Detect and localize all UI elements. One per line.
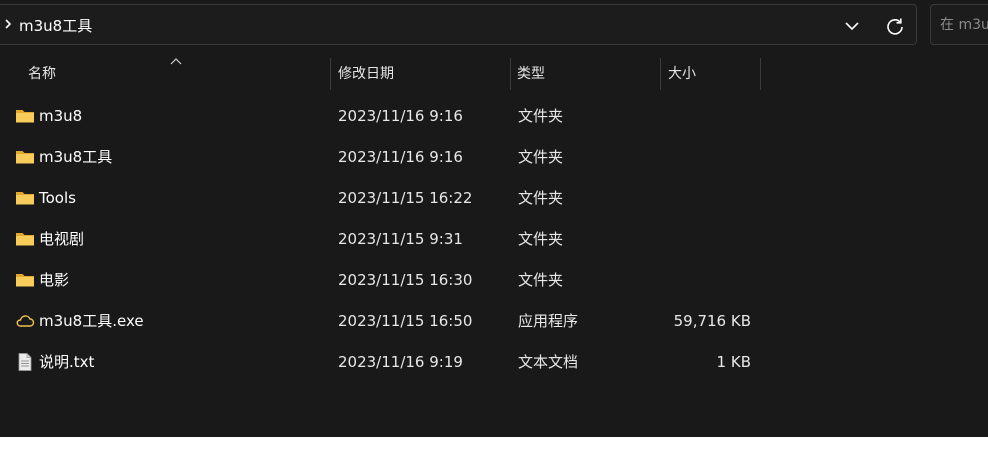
file-row[interactable]: 电影 2023/11/15 16:30 文件夹 — [0, 263, 988, 297]
sort-ascending-icon — [170, 58, 182, 65]
file-name[interactable]: Tools — [39, 181, 76, 215]
search-input[interactable] — [931, 5, 988, 44]
file-row[interactable]: 说明.txt 2023/11/16 9:19 文本文档 1 KB — [0, 345, 988, 379]
file-type: 文件夹 — [518, 148, 564, 166]
file-date: 2023/11/15 16:22 — [338, 189, 473, 207]
file-type: 应用程序 — [518, 312, 579, 330]
explorer-window: m3u8工具 名称 修改日期 类型 大小 m3u8 2023/11/16 9: — [0, 0, 988, 437]
folder-icon — [16, 274, 34, 287]
file-name[interactable]: m3u8 — [39, 99, 82, 133]
file-row[interactable]: m3u8 2023/11/16 9:16 文件夹 — [0, 99, 988, 133]
column-header-date[interactable]: 修改日期 — [338, 58, 394, 90]
folder-icon — [16, 151, 34, 164]
column-header-name[interactable]: 名称 — [28, 58, 56, 90]
file-row[interactable]: Tools 2023/11/15 16:22 文件夹 — [0, 181, 988, 215]
file-row[interactable]: m3u8工具 2023/11/16 9:16 文件夹 — [0, 140, 988, 174]
folder-icon — [16, 110, 34, 123]
file-name[interactable]: 说明.txt — [39, 345, 94, 379]
file-size: 1 KB — [716, 353, 751, 371]
cloud-icon — [16, 315, 35, 327]
chevron-down-icon[interactable] — [843, 17, 861, 35]
folder-icon — [16, 192, 34, 205]
file-name[interactable]: 电影 — [39, 263, 69, 297]
file-size: 59,716 KB — [673, 312, 751, 330]
file-name[interactable]: m3u8工具.exe — [39, 304, 144, 338]
column-divider[interactable] — [760, 58, 761, 90]
refresh-icon[interactable] — [885, 17, 905, 37]
column-divider[interactable] — [510, 58, 511, 90]
file-type: 文件夹 — [518, 230, 564, 248]
column-divider[interactable] — [660, 58, 661, 90]
column-header-size[interactable]: 大小 — [668, 58, 696, 90]
file-type: 文本文档 — [518, 353, 579, 371]
file-type: 文件夹 — [518, 271, 564, 289]
file-date: 2023/11/16 9:16 — [338, 148, 463, 166]
file-date: 2023/11/15 9:31 — [338, 230, 463, 248]
column-divider[interactable] — [330, 58, 331, 90]
breadcrumb-current-folder[interactable]: m3u8工具 — [19, 15, 92, 36]
file-date: 2023/11/15 16:30 — [338, 271, 473, 289]
file-date: 2023/11/16 9:19 — [338, 353, 463, 371]
file-date: 2023/11/16 9:16 — [338, 107, 463, 125]
chevron-right-icon[interactable] — [3, 15, 13, 33]
file-row[interactable]: m3u8工具.exe 2023/11/15 16:50 应用程序 59,716 … — [0, 304, 988, 338]
file-date: 2023/11/15 16:50 — [338, 312, 473, 330]
folder-icon — [16, 233, 34, 246]
text-file-icon — [18, 353, 32, 371]
file-type: 文件夹 — [518, 107, 564, 125]
column-header-row: 名称 修改日期 类型 大小 — [0, 58, 988, 90]
search-box[interactable] — [930, 4, 988, 45]
file-type: 文件夹 — [518, 189, 564, 207]
file-row[interactable]: 电视剧 2023/11/15 9:31 文件夹 — [0, 222, 988, 256]
column-header-type[interactable]: 类型 — [517, 58, 545, 90]
file-name[interactable]: m3u8工具 — [39, 140, 112, 174]
address-bar[interactable]: m3u8工具 — [0, 4, 917, 45]
file-name[interactable]: 电视剧 — [39, 222, 84, 256]
